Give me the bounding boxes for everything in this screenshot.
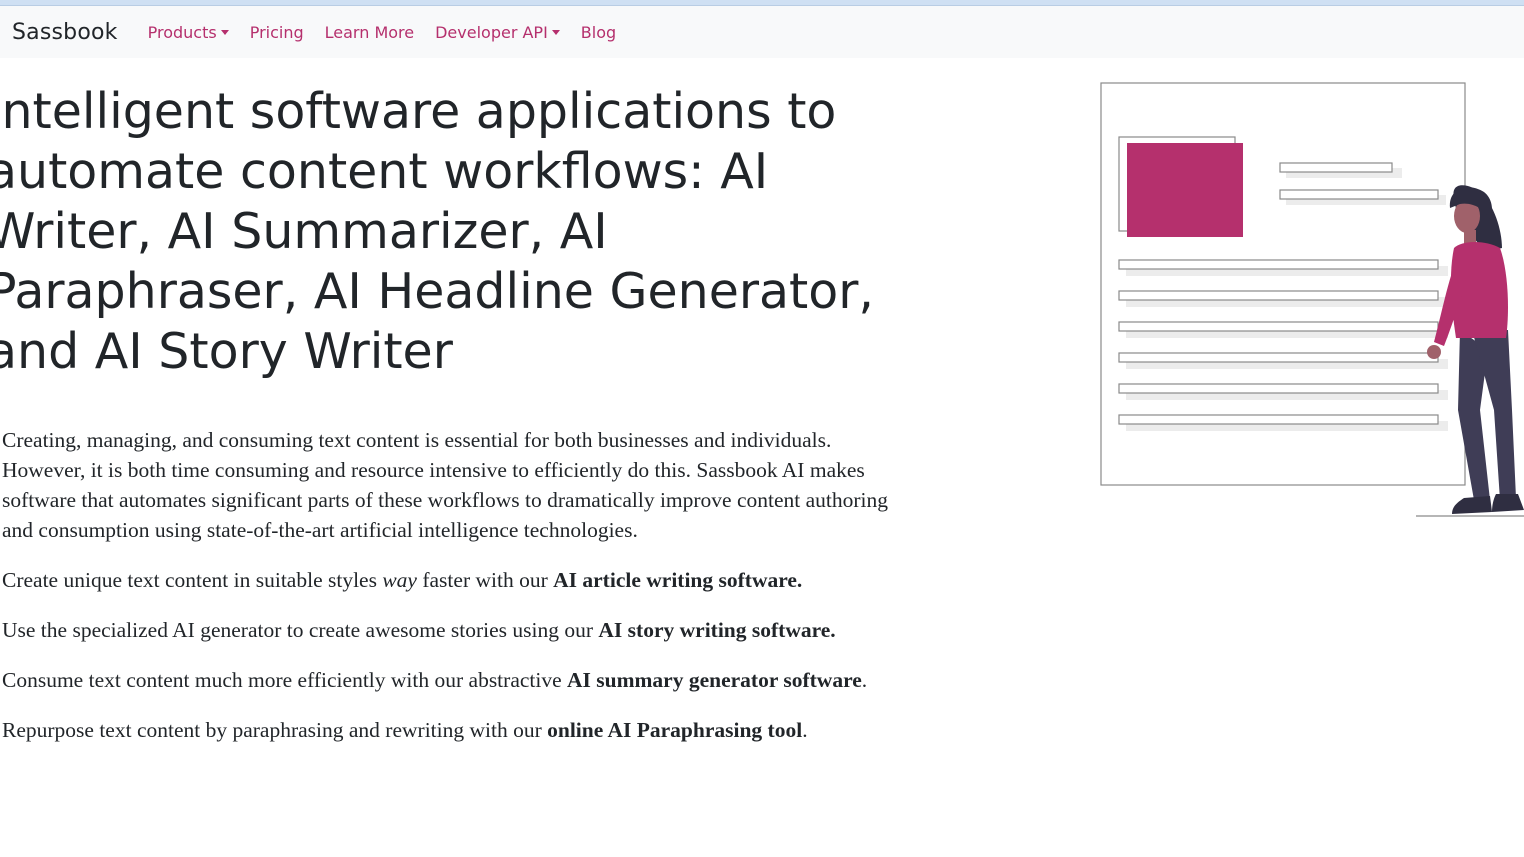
hero-title-line: automate content workflows: AI (0, 143, 769, 200)
nav-developer-api-label: Developer API (435, 22, 548, 42)
navbar: Sassbook Products Pricing Learn More Dev… (0, 6, 1524, 58)
intro-paragraph: Creating, managing, and consuming text c… (2, 428, 889, 542)
content-section: Creating, managing, and consuming text c… (2, 425, 892, 765)
caret-down-icon (551, 29, 560, 35)
paraphrase-paragraph: Repurpose text content by paraphrasing a… (2, 715, 892, 745)
nav-blog[interactable]: Blog (581, 23, 616, 42)
caret-down-icon (220, 29, 229, 35)
story-text: Use the specialized AI generator to crea… (2, 618, 599, 642)
paraphrase-text: Repurpose text content by paraphrasing a… (2, 718, 548, 742)
summary-link[interactable]: AI summary generator software (567, 668, 862, 692)
paraphrase-period: . (802, 718, 808, 742)
summary-text: Consume text content much more efficient… (2, 668, 568, 692)
writer-paragraph: Create unique text content in suitable s… (2, 565, 892, 595)
writer-emphasis: way (382, 568, 417, 592)
summary-paragraph: Consume text content much more efficient… (2, 665, 892, 695)
brand-logo[interactable]: Sassbook (12, 20, 118, 45)
woman-with-document-illustration (1100, 82, 1524, 517)
nav-products-label: Products (147, 22, 217, 42)
hero-title-line: and AI Story Writer (0, 323, 453, 380)
hero-title-line: Intelligent software applications to (0, 83, 837, 140)
hero-title-line: Writer, AI Summarizer, AI (0, 203, 608, 260)
doc-line (1279, 189, 1439, 200)
summary-period: . (861, 668, 868, 692)
paraphrase-link[interactable]: online AI Paraphrasing tool (547, 718, 802, 742)
image-block (1127, 143, 1243, 237)
writer-text-2: faster with our (416, 568, 554, 592)
writer-text: Create unique text content in suitable s… (2, 568, 383, 592)
nav-pricing-label: Pricing (249, 22, 304, 42)
nav-learn-more-label: Learn More (324, 22, 415, 42)
nav-developer-api[interactable]: Developer API (435, 23, 560, 42)
hero-title-line: Paraphraser, AI Headline Generator, (0, 263, 874, 320)
story-paragraph: Use the specialized AI generator to crea… (2, 615, 892, 645)
nav-blog-label: Blog (580, 22, 617, 42)
nav-pricing[interactable]: Pricing (250, 23, 304, 42)
nav-products[interactable]: Products (148, 23, 229, 42)
hero-title: Intelligent software applications to aut… (0, 82, 887, 382)
doc-line (1279, 162, 1393, 173)
nav-learn-more[interactable]: Learn More (325, 23, 414, 42)
writer-link[interactable]: AI article writing software. (553, 568, 802, 592)
story-link[interactable]: AI story writing software. (598, 618, 835, 642)
